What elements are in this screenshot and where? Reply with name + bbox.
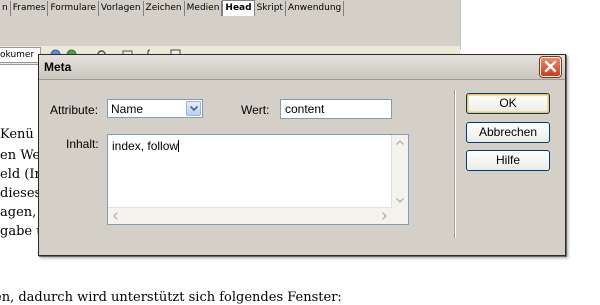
inhalt-text: index, follow bbox=[112, 139, 180, 153]
dropdown-button[interactable] bbox=[186, 101, 201, 116]
tab-zeichen[interactable]: Zeichen bbox=[144, 1, 185, 16]
tab-skript[interactable]: Skript bbox=[255, 1, 286, 16]
inhalt-textarea[interactable]: index, follow bbox=[107, 134, 409, 225]
attribute-select[interactable]: Name bbox=[107, 99, 203, 118]
document-text-line: eld (In bbox=[0, 167, 43, 182]
dialog-titlebar[interactable]: Meta bbox=[39, 55, 565, 80]
document-text-line: en, dadurch wird unterstützt sich folgen… bbox=[0, 290, 342, 305]
text-caret bbox=[178, 140, 180, 152]
close-icon bbox=[544, 60, 557, 73]
scroll-left-icon[interactable] bbox=[113, 212, 118, 220]
attribute-selected-value: Name bbox=[111, 102, 144, 116]
panel-edge bbox=[460, 0, 461, 50]
vertical-scrollbar[interactable] bbox=[391, 135, 408, 208]
tab-formulare[interactable]: Formulare bbox=[48, 1, 99, 16]
ok-button[interactable]: OK bbox=[466, 93, 550, 114]
inhalt-value: index, follow bbox=[112, 139, 179, 153]
inhalt-label: Inhalt: bbox=[66, 137, 99, 151]
tab-head[interactable]: Head bbox=[222, 0, 255, 16]
dialog-title: Meta bbox=[44, 60, 72, 74]
tab-frames[interactable]: Frames bbox=[11, 1, 49, 16]
button-separator bbox=[454, 90, 456, 238]
tab-vorlagen[interactable]: Vorlagen bbox=[99, 1, 144, 16]
document-text-line: dieses bbox=[0, 186, 42, 201]
insert-toolbar-icons bbox=[0, 16, 460, 47]
help-button[interactable]: Hilfe bbox=[466, 150, 550, 171]
wert-value: content bbox=[285, 102, 325, 116]
scrollbar-corner bbox=[392, 208, 408, 224]
tab-n[interactable]: n bbox=[0, 1, 11, 16]
attribute-label: Attribute: bbox=[50, 103, 99, 117]
chevron-down-icon bbox=[190, 106, 198, 111]
tab-anwendung[interactable]: Anwendung bbox=[286, 1, 345, 16]
document-text-line: en We bbox=[0, 148, 41, 163]
wert-label: Wert: bbox=[241, 103, 270, 117]
horizontal-scrollbar[interactable] bbox=[108, 207, 392, 224]
document-tab[interactable]: okumer bbox=[0, 47, 41, 63]
insert-toolbar-tabs: n Frames Formulare Vorlagen Zeichen Medi… bbox=[0, 0, 460, 17]
wert-input[interactable]: content bbox=[280, 99, 392, 119]
scroll-up-icon[interactable] bbox=[396, 140, 404, 145]
close-button[interactable] bbox=[539, 56, 562, 78]
scroll-down-icon[interactable] bbox=[396, 198, 404, 203]
tab-medien[interactable]: Medien bbox=[185, 1, 223, 16]
scroll-right-icon[interactable] bbox=[382, 212, 387, 220]
cancel-button[interactable]: Abbrechen bbox=[466, 122, 550, 143]
